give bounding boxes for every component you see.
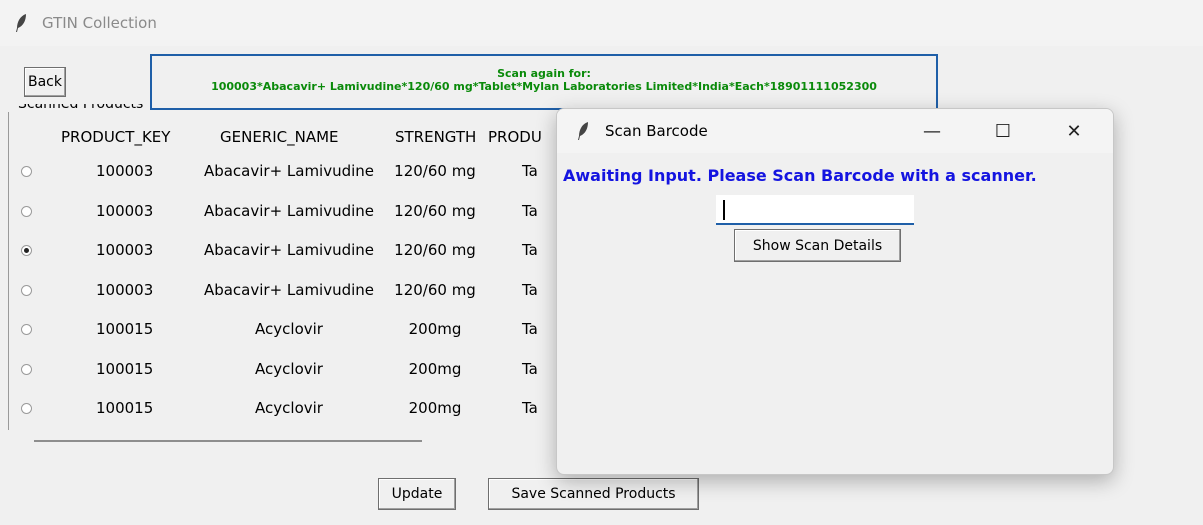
- row-radio-button[interactable]: [21, 245, 32, 256]
- minimize-icon[interactable]: —: [909, 117, 955, 147]
- row-radio-button[interactable]: [21, 364, 32, 375]
- cell-product-type: Ta: [522, 320, 538, 338]
- cell-product-type: Ta: [522, 281, 538, 299]
- frame-border: [8, 112, 9, 430]
- cell-product-type: Ta: [522, 360, 538, 378]
- header-generic-name: GENERIC_NAME: [220, 128, 339, 146]
- header-product-key: PRODUCT_KEY: [61, 128, 171, 146]
- row-radio-button[interactable]: [21, 206, 32, 217]
- scan-barcode-dialog: Scan Barcode — ☐ ✕ Awaiting Input. Pleas…: [556, 108, 1114, 475]
- barcode-input[interactable]: [716, 195, 914, 225]
- cell-product-type: Ta: [522, 241, 538, 259]
- cell-strength: 120/60 mg: [394, 162, 476, 180]
- scan-again-detail: 100003*Abacavir+ Lamivudine*120/60 mg*Ta…: [211, 80, 877, 93]
- cell-generic-name: Acyclovir: [255, 360, 323, 378]
- cell-product-key: 100015: [96, 320, 154, 338]
- cell-generic-name: Abacavir+ Lamivudine: [203, 281, 375, 299]
- scan-again-title: Scan again for:: [497, 67, 591, 80]
- cell-generic-name: Acyclovir: [255, 399, 323, 417]
- row-radio-button[interactable]: [21, 285, 32, 296]
- maximize-icon[interactable]: ☐: [980, 117, 1026, 147]
- cell-generic-name: Acyclovir: [255, 320, 323, 338]
- cell-strength: 200mg: [408, 399, 462, 417]
- cell-product-type: Ta: [522, 202, 538, 220]
- horizontal-scrollbar[interactable]: [34, 440, 422, 442]
- show-scan-details-button[interactable]: Show Scan Details: [734, 229, 901, 262]
- cell-strength: 120/60 mg: [394, 241, 476, 259]
- scanned-products-frame-label: Scanned Products: [18, 104, 144, 112]
- dialog-title: Scan Barcode: [605, 122, 708, 140]
- save-scanned-products-button[interactable]: Save Scanned Products: [488, 478, 699, 510]
- cell-generic-name: Abacavir+ Lamivudine: [203, 162, 375, 180]
- cell-product-key: 100003: [96, 281, 154, 299]
- header-product-type: PRODU: [488, 128, 542, 146]
- cell-product-key: 100003: [96, 162, 154, 180]
- awaiting-input-prompt: Awaiting Input. Please Scan Barcode with…: [563, 166, 1037, 185]
- cell-product-type: Ta: [522, 399, 538, 417]
- back-button[interactable]: Back: [24, 67, 66, 97]
- row-radio-button[interactable]: [21, 403, 32, 414]
- cell-strength: 200mg: [408, 320, 462, 338]
- main-titlebar[interactable]: GTIN Collection: [0, 0, 1203, 46]
- header-strength: STRENGTH: [395, 128, 477, 146]
- row-radio-button[interactable]: [21, 324, 32, 335]
- cell-product-key: 100015: [96, 399, 154, 417]
- cell-product-key: 100003: [96, 241, 154, 259]
- cell-generic-name: Abacavir+ Lamivudine: [203, 202, 375, 220]
- dialog-titlebar[interactable]: Scan Barcode — ☐ ✕: [557, 109, 1113, 153]
- cell-strength: 120/60 mg: [394, 281, 476, 299]
- feather-icon: [578, 122, 588, 140]
- cell-strength: 200mg: [408, 360, 462, 378]
- cell-product-type: Ta: [522, 162, 538, 180]
- feather-icon: [16, 14, 26, 32]
- window-title: GTIN Collection: [42, 14, 157, 32]
- scan-again-banner: Scan again for: 100003*Abacavir+ Lamivud…: [150, 54, 938, 110]
- update-button[interactable]: Update: [378, 478, 456, 510]
- text-caret: [723, 200, 725, 220]
- cell-product-key: 100003: [96, 202, 154, 220]
- close-icon[interactable]: ✕: [1051, 117, 1097, 147]
- row-radio-button[interactable]: [21, 166, 32, 177]
- cell-generic-name: Abacavir+ Lamivudine: [203, 241, 375, 259]
- cell-strength: 120/60 mg: [394, 202, 476, 220]
- cell-product-key: 100015: [96, 360, 154, 378]
